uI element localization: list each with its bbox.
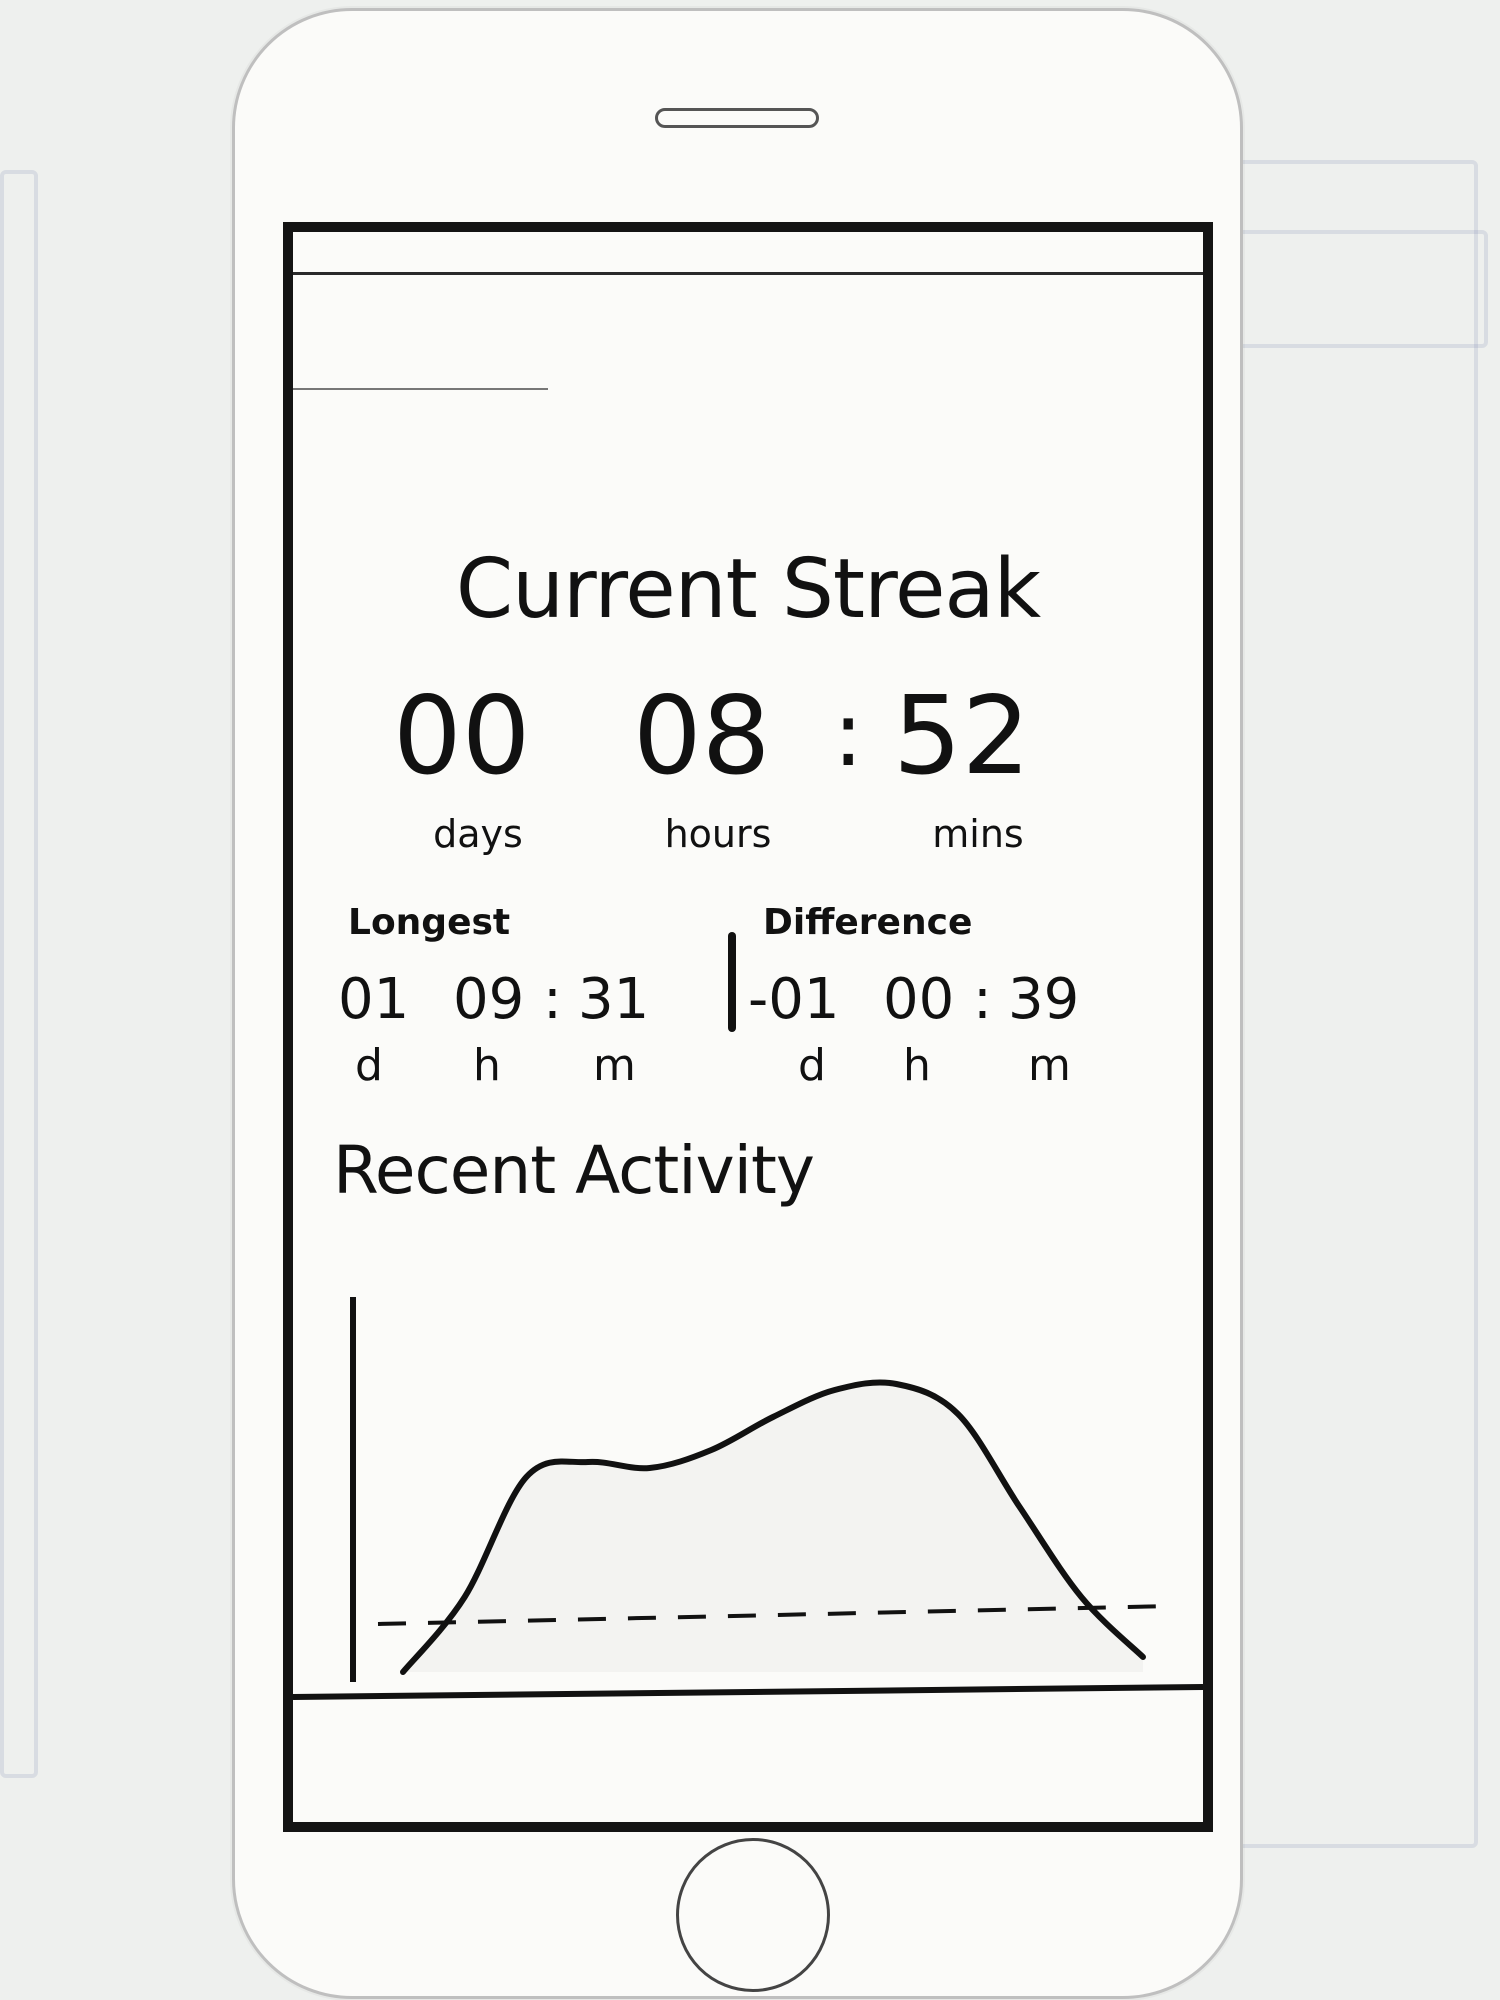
longest-m-label: m xyxy=(593,1040,636,1091)
app-screen: Current Streak 00 08 : 52 days hours min… xyxy=(283,222,1213,1832)
status-bar xyxy=(293,272,1203,275)
time-separator: : xyxy=(973,967,992,1032)
current-streak-counter: 00 08 : 52 xyxy=(393,682,1193,792)
longest-mins-value: 31 xyxy=(578,967,650,1032)
nav-bar xyxy=(293,388,548,390)
longest-label: Longest xyxy=(348,902,511,943)
current-mins-value: 52 xyxy=(893,674,1031,799)
difference-d-label: d xyxy=(798,1040,826,1091)
hours-label: hours xyxy=(664,812,772,856)
time-separator: : xyxy=(833,682,864,787)
longest-days-value: 01 xyxy=(338,967,410,1032)
recent-activity-chart xyxy=(293,1297,1203,1700)
difference-mins-value: 39 xyxy=(1008,967,1080,1032)
difference-hours-value: 00 xyxy=(883,967,955,1032)
page-title: Current Streak xyxy=(455,542,1041,637)
current-hours-value: 08 xyxy=(633,674,771,799)
recent-activity-title: Recent Activity xyxy=(333,1132,815,1209)
longest-h-label: h xyxy=(473,1040,501,1091)
time-separator: : xyxy=(543,967,562,1032)
difference-days-value: -01 xyxy=(748,967,840,1032)
difference-label: Difference xyxy=(763,902,973,943)
chart-x-axis xyxy=(293,1684,1203,1700)
background-sketch xyxy=(1210,230,1488,348)
longest-hours-value: 09 xyxy=(453,967,525,1032)
difference-m-label: m xyxy=(1028,1040,1071,1091)
column-divider xyxy=(728,932,736,1032)
difference-h-label: h xyxy=(903,1040,931,1091)
days-label: days xyxy=(433,812,523,856)
longest-d-label: d xyxy=(355,1040,383,1091)
current-days-value: 00 xyxy=(393,674,531,799)
mins-label: mins xyxy=(932,812,1024,856)
home-button[interactable] xyxy=(676,1838,830,1992)
background-sketch xyxy=(0,170,38,1778)
phone-speaker xyxy=(655,108,819,128)
